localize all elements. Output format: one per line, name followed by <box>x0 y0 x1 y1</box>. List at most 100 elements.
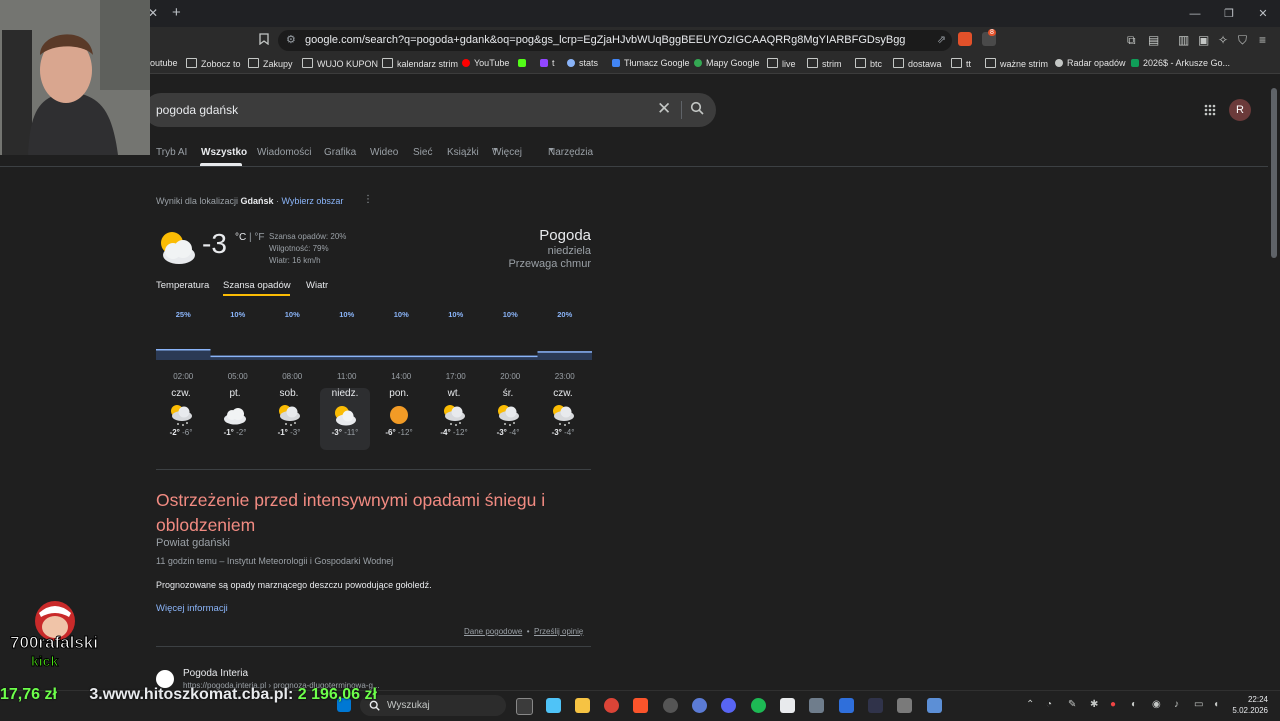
bookmark-item[interactable]: Zobocz to <box>186 58 241 69</box>
tray-app-icon[interactable]: ● <box>1110 699 1116 710</box>
bookmark-item[interactable]: kalendarz strim <box>382 58 458 69</box>
photos-icon[interactable] <box>546 698 561 713</box>
brave-shield-icon[interactable] <box>958 32 972 46</box>
bookmark-item[interactable]: Radar opadów <box>1055 58 1126 68</box>
taskbar-clock[interactable]: 22:24 5.02.2026 <box>1232 694 1268 716</box>
brave-icon[interactable] <box>633 698 648 713</box>
forecast-day[interactable]: pon. -6° -12° <box>374 388 424 437</box>
address-bar[interactable]: ⚙ google.com/search?q=pogoda+gdank&oq=po… <box>278 30 952 51</box>
bookmark-item[interactable]: YouTube <box>462 58 509 68</box>
tray-app-icon[interactable]: ◔ <box>1046 699 1052 710</box>
restore-icon[interactable]: ❐ <box>1212 0 1246 27</box>
app-icon[interactable] <box>780 698 795 713</box>
change-area-link[interactable]: Wybierz obszar <box>281 196 343 206</box>
forecast-day[interactable]: wt. -4° -12° <box>429 388 479 437</box>
precipitation-area <box>156 349 592 360</box>
bookmark-item[interactable]: btc <box>855 58 882 69</box>
send-feedback-link[interactable]: Prześlij opinię <box>534 627 583 636</box>
url-text[interactable]: google.com/search?q=pogoda+gdank&oq=pog&… <box>305 34 905 46</box>
google-apps-icon[interactable] <box>1204 104 1216 119</box>
tab-news[interactable]: Wiadomości <box>257 147 311 158</box>
forecast-low: -6° <box>182 428 193 437</box>
site-info-icon[interactable]: ⚙ <box>286 33 296 46</box>
more-options-icon[interactable]: ⋮ <box>363 194 373 205</box>
tab-ai-mode[interactable]: Tryb AI <box>156 147 187 158</box>
bookmark-item[interactable] <box>518 58 530 68</box>
forecast-day[interactable]: śr. -3° -4° <box>483 388 533 437</box>
reading-list-icon[interactable]: ▤ <box>1148 33 1159 47</box>
bookmark-item[interactable]: Mapy Google <box>694 58 760 68</box>
tab-all[interactable]: Wszystko <box>201 147 247 158</box>
result-site-name[interactable]: Pogoda Interia <box>183 668 248 679</box>
search-input[interactable]: pogoda gdańsk <box>156 103 238 117</box>
notepad-icon[interactable] <box>897 698 912 713</box>
bookmark-item[interactable]: 2026$ - Arkusze Go... <box>1131 58 1230 68</box>
wallet-icon[interactable]: ▣ <box>1198 33 1209 47</box>
obs-icon[interactable] <box>663 698 678 713</box>
more-info-link[interactable]: Więcej informacji <box>156 603 228 614</box>
bookmark-item[interactable]: Tłumacz Google <box>612 58 690 68</box>
page-scrollbar[interactable] <box>1268 74 1280 690</box>
bluetooth-icon[interactable]: ✱ <box>1090 699 1098 710</box>
menu-icon[interactable]: ≡ <box>1259 33 1266 47</box>
unit-fahrenheit[interactable]: °F <box>254 232 264 243</box>
bookmark-item[interactable]: outube <box>150 58 178 68</box>
avatar[interactable]: R <box>1229 99 1251 121</box>
bookmark-item[interactable]: ważne strim <box>985 58 1048 69</box>
leo-ai-icon[interactable]: ✧ <box>1218 33 1228 47</box>
tab-temperature[interactable]: Temperatura <box>156 280 209 291</box>
network-icon[interactable]: ▭ <box>1194 699 1203 710</box>
unit-celsius[interactable]: °C <box>235 232 246 243</box>
tray-app-icon[interactable]: ◐ <box>1131 699 1137 710</box>
bookmark-item[interactable]: stats <box>567 58 598 68</box>
tray-overflow-icon[interactable]: ⌃ <box>1026 699 1034 710</box>
calculator-icon[interactable] <box>809 698 824 713</box>
bookmark-item[interactable]: t <box>540 58 555 68</box>
app-icon[interactable] <box>692 698 707 713</box>
volume-icon[interactable]: ◖ <box>1213 699 1219 710</box>
bookmark-item[interactable]: Zakupy <box>248 58 293 69</box>
tab-images[interactable]: Grafika <box>324 147 356 158</box>
tab-wind[interactable]: Wiatr <box>306 280 328 291</box>
forecast-day[interactable]: niedz. -3° -11° <box>320 388 370 437</box>
vpn-icon[interactable]: ⛉ <box>1238 33 1247 48</box>
sidebar-icon[interactable]: ▥ <box>1178 33 1189 47</box>
bookmark-item[interactable]: WUJO KUPON <box>302 58 378 69</box>
new-tab-button[interactable]: + <box>172 4 181 21</box>
tab-books[interactable]: Książki <box>447 147 479 158</box>
app-icon[interactable] <box>868 698 883 713</box>
minimize-icon[interactable]: — <box>1178 0 1212 27</box>
tab-precipitation[interactable]: Szansa opadów <box>223 280 291 291</box>
search-icon[interactable] <box>690 101 704 118</box>
discord-icon[interactable] <box>721 698 736 713</box>
close-window-icon[interactable]: ✕ <box>1246 0 1280 27</box>
search-box[interactable]: pogoda gdańsk ✕ <box>144 93 716 127</box>
clear-icon[interactable]: ✕ <box>657 99 671 119</box>
forecast-day[interactable]: sob. -1° -3° <box>264 388 314 437</box>
bookmark-item[interactable]: tt <box>951 58 971 69</box>
bookmark-item[interactable]: strim <box>807 58 842 69</box>
steam-icon[interactable]: ◉ <box>1152 699 1161 710</box>
bookmark-item[interactable]: live <box>767 58 796 69</box>
share-icon[interactable]: ⇗ <box>937 33 946 46</box>
taskbar-search[interactable]: Wyszukaj <box>360 695 506 716</box>
weather-data-link[interactable]: Dane pogodowe <box>464 627 522 636</box>
tab-web[interactable]: Sieć <box>413 147 432 158</box>
bookmark-item[interactable]: dostawa <box>893 58 942 69</box>
forecast-day[interactable]: pt. -1° -2° <box>210 388 260 437</box>
app-icon[interactable] <box>927 698 942 713</box>
app-icon[interactable] <box>839 698 854 713</box>
pen-icon[interactable]: ✎ <box>1068 699 1076 710</box>
chrome-icon[interactable] <box>604 698 619 713</box>
file-explorer-icon[interactable] <box>575 698 590 713</box>
spotify-icon[interactable] <box>751 698 766 713</box>
forecast-day[interactable]: czw. -2° -6° <box>156 388 206 437</box>
scrollbar-thumb[interactable] <box>1271 88 1277 258</box>
task-view-icon[interactable] <box>516 698 533 715</box>
bookmark-star-icon[interactable] <box>259 33 269 48</box>
microphone-icon[interactable]: ♪ <box>1174 699 1179 710</box>
extensions-icon[interactable]: ⧉ <box>1127 33 1136 48</box>
forecast-day[interactable]: czw. -3° -4° <box>538 388 588 437</box>
tab-videos[interactable]: Wideo <box>370 147 398 158</box>
warning-title[interactable]: Ostrzeżenie przed intensywnymi opadami ś… <box>156 488 596 537</box>
